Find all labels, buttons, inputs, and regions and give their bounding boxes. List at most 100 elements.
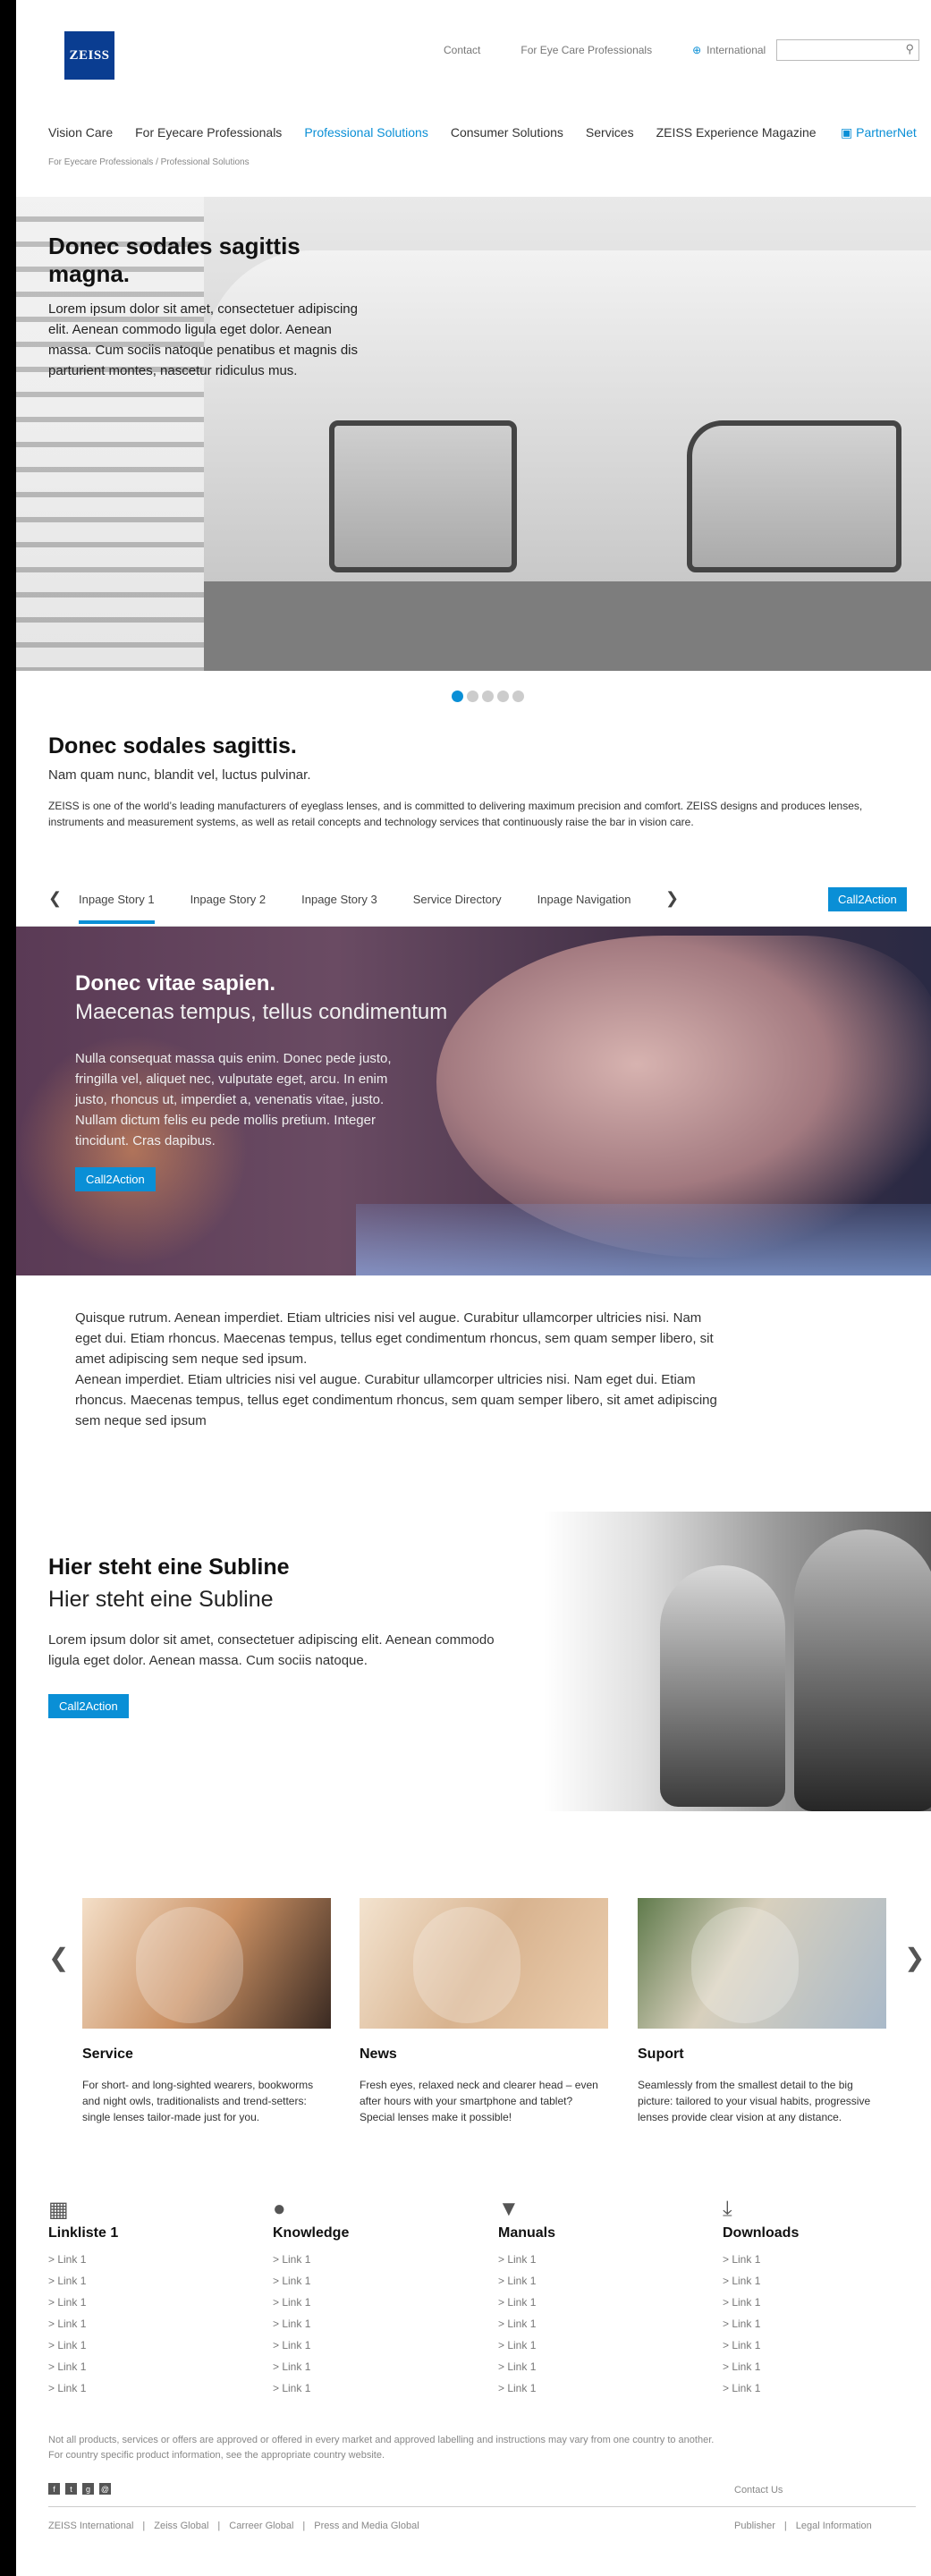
book-icon: ▼: [498, 2197, 520, 2221]
hero-banner[interactable]: Donec sodales sagittis magna. Lorem ipsu…: [16, 197, 931, 671]
link-item[interactable]: > Link 1: [48, 2313, 245, 2334]
link-item[interactable]: > Link 1: [723, 2334, 919, 2356]
carousel-dot[interactable]: [482, 691, 494, 702]
top-link-contact[interactable]: Contact: [444, 44, 480, 56]
search-icon[interactable]: ⚲: [905, 42, 914, 56]
link-item[interactable]: > Link 1: [273, 2377, 470, 2399]
teaser-title[interactable]: News: [360, 2046, 608, 2063]
page: ZEISS Contact For Eye Care Professionals…: [16, 0, 931, 2576]
footer-link[interactable]: Press and Media Global: [314, 2521, 419, 2531]
teaser-next-arrow[interactable]: ❯: [904, 1943, 925, 1972]
footer-link[interactable]: ZEISS International: [48, 2521, 133, 2531]
googleplus-icon[interactable]: g: [82, 2483, 94, 2495]
link-item[interactable]: > Link 1: [723, 2377, 919, 2399]
nav-eyecare-professionals[interactable]: For Eyecare Professionals: [135, 125, 282, 140]
teaser-image-subject: [413, 1907, 521, 2023]
logo-text: ZEISS: [69, 47, 110, 63]
subline-subtitle: Hier steht eine Subline: [48, 1587, 274, 1612]
partnernet-link[interactable]: ▣ PartnerNet: [841, 125, 917, 140]
teaser-image-subject: [136, 1907, 243, 2023]
publisher-link[interactable]: Publisher: [734, 2521, 775, 2531]
inpage-prev-arrow[interactable]: ❮: [48, 889, 62, 908]
link-item[interactable]: > Link 1: [498, 2334, 695, 2356]
link-item[interactable]: > Link 1: [498, 2377, 695, 2399]
download-icon: ⤓: [723, 2197, 732, 2221]
link-item[interactable]: > Link 1: [48, 2249, 245, 2270]
zeiss-logo[interactable]: ZEISS: [64, 31, 114, 80]
lightbulb-icon: ●: [273, 2197, 286, 2221]
inpage-cta-button[interactable]: Call2Action: [828, 887, 907, 911]
teaser-card[interactable]: News Fresh eyes, relaxed neck and cleare…: [360, 1898, 608, 2125]
footer-link[interactable]: Zeiss Global: [154, 2521, 208, 2531]
carousel-dot[interactable]: [467, 691, 478, 702]
breadcrumb-item[interactable]: Professional Solutions: [161, 157, 250, 167]
teaser-card[interactable]: Suport Seamlessly from the smallest deta…: [638, 1898, 886, 2125]
footer-divider: [48, 2506, 916, 2507]
carousel-dot[interactable]: [452, 691, 463, 702]
facebook-icon[interactable]: f: [48, 2483, 60, 2495]
link-column-title: Manuals: [498, 2225, 556, 2241]
contact-us-link[interactable]: Contact Us: [734, 2485, 783, 2496]
teaser-title[interactable]: Suport: [638, 2046, 886, 2063]
teaser-title[interactable]: Service: [82, 2046, 331, 2063]
link-item[interactable]: > Link 1: [273, 2334, 470, 2356]
link-item[interactable]: > Link 1: [48, 2270, 245, 2292]
footer-links: ZEISS International | Zeiss Global | Car…: [48, 2521, 419, 2531]
story-cta-button[interactable]: Call2Action: [75, 1167, 156, 1191]
link-item[interactable]: > Link 1: [48, 2377, 245, 2399]
nav-consumer-solutions[interactable]: Consumer Solutions: [451, 125, 563, 140]
inpage-tab-service-directory[interactable]: Service Directory: [413, 893, 502, 924]
teaser-prev-arrow[interactable]: ❮: [48, 1943, 69, 1972]
carousel-dot[interactable]: [497, 691, 509, 702]
link-item[interactable]: > Link 1: [48, 2334, 245, 2356]
search-input[interactable]: ⚲: [776, 39, 919, 61]
inpage-next-arrow[interactable]: ❯: [665, 889, 679, 908]
twitter-icon[interactable]: t: [65, 2483, 77, 2495]
inpage-tab-story-3[interactable]: Inpage Story 3: [301, 893, 377, 924]
partnernet-label: PartnerNet: [856, 125, 917, 140]
top-link-international[interactable]: ⊕ International: [692, 44, 766, 56]
link-item[interactable]: > Link 1: [723, 2249, 919, 2270]
legal-information-link[interactable]: Legal Information: [796, 2521, 872, 2531]
link-item[interactable]: > Link 1: [498, 2270, 695, 2292]
teaser-text: For short- and long-sighted wearers, boo…: [82, 2079, 314, 2123]
carousel-dot[interactable]: [512, 691, 524, 702]
link-item[interactable]: > Link 1: [273, 2270, 470, 2292]
link-column-title: Downloads: [723, 2225, 800, 2241]
email-icon[interactable]: @: [99, 2483, 111, 2495]
breadcrumb-item[interactable]: For Eyecare Professionals: [48, 157, 153, 167]
nav-services[interactable]: Services: [586, 125, 634, 140]
teaser-image[interactable]: [82, 1898, 331, 2029]
link-item[interactable]: > Link 1: [498, 2356, 695, 2377]
link-item[interactable]: > Link 1: [723, 2356, 919, 2377]
subline-cta-button[interactable]: Call2Action: [48, 1694, 129, 1718]
teaser-image[interactable]: [360, 1898, 608, 2029]
nav-experience-magazine[interactable]: ZEISS Experience Magazine: [656, 125, 817, 140]
teaser-card[interactable]: Service For short- and long-sighted wear…: [82, 1898, 331, 2125]
top-link-eye-care[interactable]: For Eye Care Professionals: [521, 44, 652, 56]
story-image-screen: [356, 1204, 931, 1275]
link-item[interactable]: > Link 1: [723, 2270, 919, 2292]
link-item[interactable]: > Link 1: [498, 2313, 695, 2334]
hero-image-door: [329, 420, 517, 572]
link-item[interactable]: > Link 1: [48, 2292, 245, 2313]
nav-professional-solutions[interactable]: Professional Solutions: [304, 125, 428, 140]
link-item[interactable]: > Link 1: [498, 2249, 695, 2270]
link-item[interactable]: > Link 1: [48, 2356, 245, 2377]
inpage-nav: ❮ Inpage Story 1 Inpage Story 2 Inpage S…: [16, 886, 931, 927]
link-item[interactable]: > Link 1: [723, 2313, 919, 2334]
link-item[interactable]: > Link 1: [273, 2313, 470, 2334]
link-item[interactable]: > Link 1: [723, 2292, 919, 2313]
nav-vision-care[interactable]: Vision Care: [48, 125, 113, 140]
link-item[interactable]: > Link 1: [273, 2292, 470, 2313]
footer-separator: |: [142, 2521, 146, 2531]
link-item[interactable]: > Link 1: [273, 2356, 470, 2377]
inpage-tab-inpage-navigation[interactable]: Inpage Navigation: [537, 893, 631, 924]
link-item[interactable]: > Link 1: [498, 2292, 695, 2313]
teaser-text: Seamlessly from the smallest detail to t…: [638, 2079, 871, 2123]
inpage-tab-story-1[interactable]: Inpage Story 1: [79, 893, 155, 924]
inpage-tab-story-2[interactable]: Inpage Story 2: [190, 893, 267, 924]
footer-link[interactable]: Carreer Global: [229, 2521, 293, 2531]
teaser-image[interactable]: [638, 1898, 886, 2029]
link-item[interactable]: > Link 1: [273, 2249, 470, 2270]
